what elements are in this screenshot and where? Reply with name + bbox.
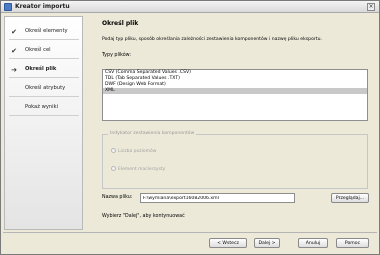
back-button[interactable]: < Wstecz	[209, 238, 247, 248]
step-divider	[9, 58, 79, 59]
step-specify-attributes: Określ atrybuty	[5, 80, 83, 97]
radio-level-count[interactable]: Liczba poziomów	[111, 148, 156, 154]
empty-step-icon	[10, 104, 18, 112]
help-button[interactable]: Pomoc	[336, 238, 369, 248]
step-divider	[9, 39, 79, 40]
page-title: Określ plik	[102, 20, 139, 27]
step-label: Określ plik	[25, 66, 57, 72]
wizard-steps-sidebar: ✔ Określ elementy ✔ Określ cel ➔ Określ …	[4, 16, 83, 230]
cancel-button[interactable]: Anuluj	[298, 238, 328, 248]
import-wizard-window: Kreator importu × ✔ Określ elementy ✔ Ok…	[0, 0, 380, 255]
step-specify-target: ✔ Określ cel	[5, 42, 83, 59]
bom-indicator-group: Indykator zestawienia komponentów Liczba…	[102, 131, 368, 189]
filename-field[interactable]	[140, 193, 295, 203]
radio-label: Element macierzysty	[118, 167, 166, 172]
step-label: Określ cel	[25, 47, 51, 53]
page-description: Podaj typ pliku, sposób określania zależ…	[102, 37, 322, 42]
window-title: Kreator importu	[15, 3, 70, 10]
checkmark-icon: ✔	[11, 28, 17, 36]
next-button[interactable]: Dalej >	[254, 238, 280, 248]
radio-unselected-icon	[111, 166, 116, 171]
group-legend: Indykator zestawienia komponentów	[108, 131, 197, 136]
checkmark-icon: ✔	[11, 47, 17, 55]
list-item-xml[interactable]: XML	[103, 88, 367, 94]
step-show-results: Pokaż wyniki	[5, 99, 83, 116]
empty-step-icon	[10, 85, 18, 93]
step-divider	[9, 77, 79, 78]
radio-selected-icon	[111, 148, 116, 153]
close-icon[interactable]: ×	[367, 3, 375, 11]
step-specify-elements: ✔ Określ elementy	[5, 23, 83, 40]
radio-parent-element[interactable]: Element macierzysty	[111, 166, 165, 172]
step-label: Określ elementy	[25, 28, 68, 34]
step-specify-file: ➔ Określ plik	[5, 61, 83, 78]
app-icon	[4, 3, 12, 11]
wizard-content: Określ plik Podaj typ pliku, sposób okre…	[94, 16, 377, 230]
file-types-list[interactable]: CSV (Comma Separated Values .CSV) TDL (T…	[102, 69, 368, 121]
step-label: Pokaż wyniki	[25, 104, 59, 110]
browse-button[interactable]: Przeglądaj...	[331, 193, 369, 203]
arrow-right-icon: ➔	[11, 66, 17, 74]
step-label: Określ atrybuty	[25, 85, 66, 91]
step-divider	[9, 96, 79, 97]
step-divider	[9, 115, 79, 116]
title-bar[interactable]: Kreator importu ×	[1, 1, 379, 13]
instruction-text: Wybierz "Dalej", aby kontynuować	[102, 214, 185, 219]
button-bar-divider	[3, 232, 377, 233]
file-types-label: Typy plików:	[102, 53, 131, 58]
filename-label: Nazwa pliku:	[102, 195, 133, 200]
radio-label: Liczba poziomów	[118, 149, 157, 154]
